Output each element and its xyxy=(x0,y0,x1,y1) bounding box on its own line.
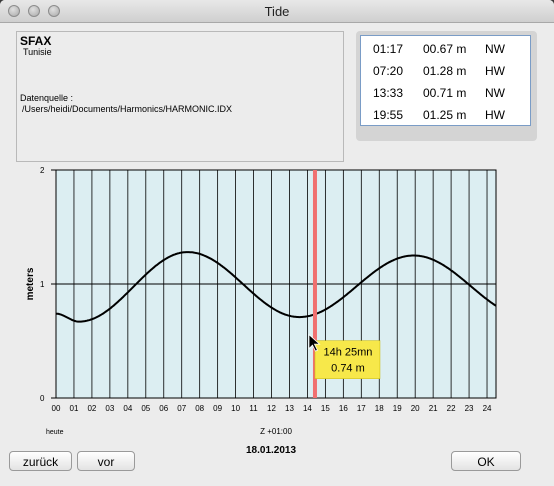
tide-time: 19:55 xyxy=(373,108,404,122)
title-bar: Tide xyxy=(0,0,554,23)
x-tick-label: 23 xyxy=(465,404,474,413)
x-tick-label: 19 xyxy=(393,404,402,413)
x-tick-label: 05 xyxy=(141,404,150,413)
x-tick-label: 20 xyxy=(411,404,420,413)
current-date: 18.01.2013 xyxy=(246,445,297,456)
x-tick-label: 09 xyxy=(213,404,222,413)
x-tick-label: 08 xyxy=(195,404,204,413)
x-tick-label: 18 xyxy=(375,404,384,413)
x-tick-label: 10 xyxy=(231,404,240,413)
tide-times-panel: 01:17 00.67 m NW 07:20 01.28 m HW 13:33 00.71 m… xyxy=(356,31,537,141)
x-tick-label: 22 xyxy=(447,404,456,413)
x-tick-label: 03 xyxy=(105,404,114,413)
window-title: Tide xyxy=(264,4,290,19)
x-tick-label: 13 xyxy=(285,404,294,413)
tide-window: Tide SFAX Tunisie Datenquelle : /Users/h… xyxy=(0,0,554,486)
x-tick-label: 00 xyxy=(52,404,61,413)
x-tick-label: 24 xyxy=(483,404,492,413)
tide-type: NW xyxy=(485,42,505,56)
station-country: Tunisie xyxy=(23,47,52,57)
tide-height: 01.28 m xyxy=(423,64,467,78)
x-tick-label: 07 xyxy=(177,404,186,413)
y-tick-label: 1 xyxy=(40,280,45,289)
tide-type: HW xyxy=(485,108,505,122)
y-axis-label: meters xyxy=(25,267,36,300)
x-tick-label: 16 xyxy=(339,404,348,413)
tide-row[interactable]: 01:17 00.67 m NW xyxy=(361,42,530,64)
x-tick-label: 06 xyxy=(159,404,168,413)
tide-height: 01.25 m xyxy=(423,108,467,122)
x-tick-label: 12 xyxy=(267,404,276,413)
data-source-label: Datenquelle : xyxy=(20,93,74,103)
tide-type: HW xyxy=(485,64,505,78)
station-name: SFAX xyxy=(20,34,52,48)
tide-row[interactable]: 13:33 00.71 m NW xyxy=(361,86,530,108)
tide-height: 00.71 m xyxy=(423,86,467,100)
cursor-height-label: 0.74 m xyxy=(331,363,365,375)
x-tick-label: 15 xyxy=(321,404,330,413)
tide-times-list[interactable]: 01:17 00.67 m NW 07:20 01.28 m HW 13:33 00.71 m… xyxy=(360,35,531,126)
tide-row[interactable]: 19:55 01.25 m HW xyxy=(361,108,530,130)
data-source-path: /Users/heidi/Documents/Harmonics/HARMONI… xyxy=(22,104,233,114)
x-tick-label: 02 xyxy=(87,404,96,413)
x-tick-label: 17 xyxy=(357,404,366,413)
tide-time: 01:17 xyxy=(373,42,404,56)
x-tick-label: 14 xyxy=(303,404,312,413)
tide-time: 07:20 xyxy=(373,64,404,78)
back-button[interactable]: zurück xyxy=(9,451,72,471)
tide-row[interactable]: 07:20 01.28 m HW xyxy=(361,64,530,86)
x-tick-label: 04 xyxy=(123,404,132,413)
tide-height: 00.67 m xyxy=(423,42,467,56)
tide-chart[interactable]: 012meters00 01 02 03 04 05 06 07 08 09 10 11 12 13 14 1… xyxy=(0,164,554,444)
x-tick-label: 01 xyxy=(70,404,79,413)
x-tick-label: 11 xyxy=(249,404,258,413)
tide-time: 13:33 xyxy=(373,86,404,100)
x-tick-label: 21 xyxy=(429,404,438,413)
forward-button[interactable]: vor xyxy=(77,451,135,471)
x-axis-center-label: Z +01:00 xyxy=(260,427,292,436)
y-tick-label: 2 xyxy=(40,166,45,175)
station-info-panel: SFAX Tunisie Datenquelle : /Users/heidi/… xyxy=(16,31,344,162)
cursor-time-label: 14h 25mn xyxy=(324,347,373,359)
y-tick-label: 0 xyxy=(40,394,45,403)
x-axis-left-label: heute xyxy=(46,429,64,436)
ok-button[interactable]: OK xyxy=(451,451,521,471)
tide-type: NW xyxy=(485,86,505,100)
